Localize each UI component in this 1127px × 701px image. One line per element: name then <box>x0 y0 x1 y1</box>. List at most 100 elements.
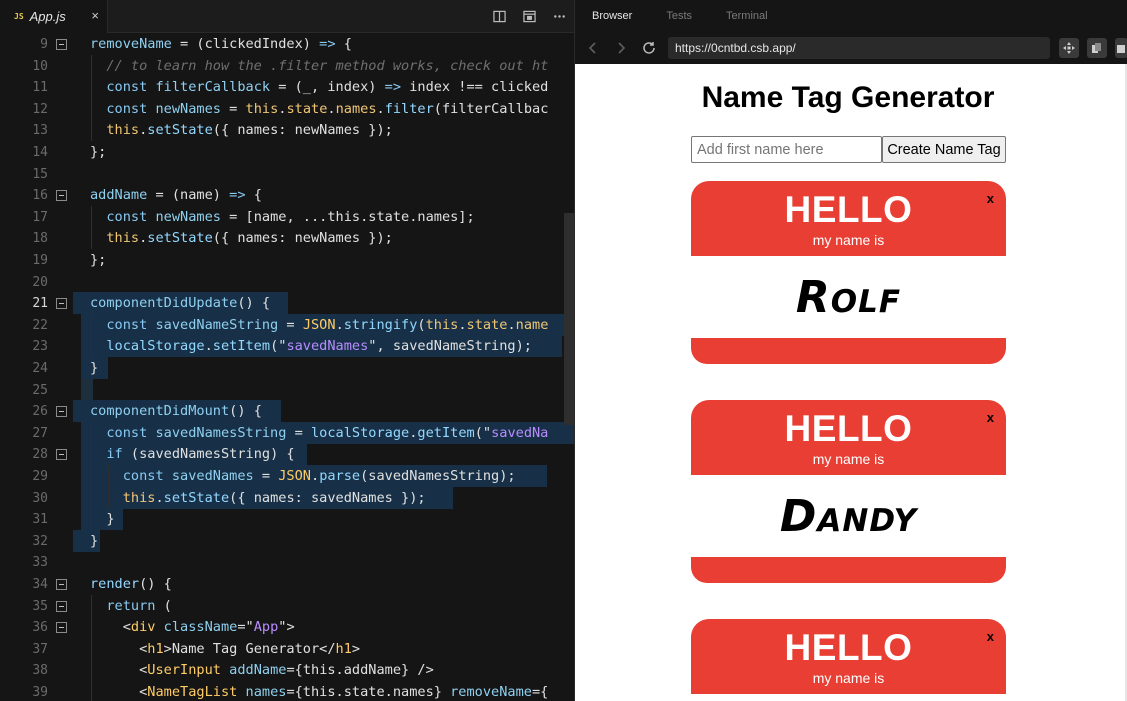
code-token: = (_, index) <box>270 79 385 96</box>
hello-heading: HELLO <box>784 627 913 668</box>
code-token: = <box>253 468 279 484</box>
file-tab-app-js[interactable]: JS App.js × <box>0 0 108 33</box>
code-line[interactable]: 24} <box>0 358 574 380</box>
code-line[interactable]: 26 componentDidMount() { <box>0 401 574 423</box>
code-area[interactable]: 9 removeName = (clickedIndex) => {10 // t… <box>0 33 574 701</box>
code-token: savedNameString <box>155 316 279 333</box>
code-line[interactable]: 17 const newNames = [name, ...this.state… <box>0 207 574 229</box>
open-new-window-icon[interactable] <box>1115 38 1127 58</box>
browser-tabs: Browser Tests Terminal <box>575 0 1127 33</box>
code-token: (" <box>474 424 492 441</box>
code-token: name <box>515 316 549 333</box>
line-number: 23 <box>32 339 48 355</box>
code-text: // to learn how the .filter method works… <box>90 56 548 78</box>
code-token: }; <box>90 252 107 268</box>
code-token: stringify <box>343 316 418 333</box>
code-token: App <box>253 619 279 636</box>
code-token: this <box>245 100 279 117</box>
copy-icon[interactable] <box>1087 38 1107 58</box>
code-line[interactable]: 38 <UserInput addName={this.addName} /> <box>0 660 574 682</box>
preview-panel-icon[interactable] <box>514 0 544 33</box>
fold-toggle-icon[interactable] <box>56 406 67 418</box>
remove-tag-button[interactable]: x <box>987 629 994 644</box>
fold-toggle-icon[interactable] <box>56 600 67 612</box>
code-line[interactable]: 22 const savedNameString = JSON.stringif… <box>0 315 574 337</box>
tab-tests[interactable]: Tests <box>649 0 709 33</box>
tab-browser[interactable]: Browser <box>575 0 649 33</box>
code-line[interactable]: 28 if (savedNamesString) { <box>0 444 574 466</box>
code-editor[interactable]: JS App.js × 9 removeName = (clickedIndex… <box>0 0 574 701</box>
split-view-icon[interactable] <box>484 0 514 33</box>
name-tag-header: HELLO my name is x <box>691 400 1006 475</box>
scrollbar-thumb[interactable] <box>564 213 574 425</box>
fold-toggle-icon[interactable] <box>56 190 67 202</box>
first-name-input[interactable] <box>691 136 882 163</box>
code-token: ={ <box>531 684 549 700</box>
code-line[interactable]: 20 <box>0 272 574 294</box>
code-text: componentDidUpdate() { <box>90 293 270 315</box>
line-number: 33 <box>32 555 48 571</box>
editor-tab-bar: JS App.js × <box>0 0 574 33</box>
forward-arrow-icon[interactable] <box>613 40 629 56</box>
line-number: 19 <box>32 253 48 268</box>
code-line[interactable]: 37 <h1>Name Tag Generator</h1> <box>0 639 574 661</box>
code-line[interactable]: 19}; <box>0 250 574 272</box>
remove-tag-button[interactable]: x <box>987 410 994 425</box>
code-token: } <box>90 360 99 376</box>
code-token: removeName <box>450 684 532 700</box>
code-line[interactable]: 9 removeName = (clickedIndex) => { <box>0 34 574 56</box>
code-line[interactable]: 10 // to learn how the .filter method wo… <box>0 56 574 78</box>
code-line[interactable]: 35 return ( <box>0 596 574 618</box>
code-line[interactable]: 33 <box>0 552 574 574</box>
code-line[interactable]: 13 this.setState({ names: newNames }); <box>0 120 574 142</box>
code-text: <NameTagList names={this.state.names} re… <box>90 682 548 701</box>
code-token: this <box>90 489 156 506</box>
code-line[interactable]: 18 this.setState({ names: newNames }); <box>0 228 574 250</box>
code-token: < <box>90 662 148 679</box>
code-line[interactable]: 25 <box>0 380 574 402</box>
line-number: 36 <box>32 620 48 636</box>
code-line[interactable]: 34 render() { <box>0 574 574 596</box>
remove-tag-button[interactable]: x <box>987 191 994 206</box>
code-token: names <box>335 100 377 117</box>
code-line[interactable]: 23 localStorage.setItem("savedNames", sa… <box>0 336 574 358</box>
code-line[interactable]: 11 const filterCallback = (_, index) => … <box>0 77 574 99</box>
code-token: () { <box>229 403 262 420</box>
code-token: . <box>327 100 336 117</box>
code-line[interactable]: 14}; <box>0 142 574 164</box>
code-line[interactable]: 16 addName = (name) => { <box>0 185 574 207</box>
line-number: 22 <box>32 317 48 333</box>
code-line[interactable]: 39 <NameTagList names={this.state.names}… <box>0 682 574 701</box>
move-icon[interactable] <box>1059 38 1079 58</box>
code-token: this <box>90 230 140 247</box>
name-tag-body: Rolf <box>691 256 1006 338</box>
code-token: => <box>229 187 246 204</box>
tab-terminal[interactable]: Terminal <box>709 0 785 33</box>
more-options-icon[interactable] <box>544 0 574 33</box>
create-name-tag-button[interactable]: Create Name Tag <box>882 136 1006 163</box>
code-line[interactable]: 31 } <box>0 509 574 531</box>
close-icon[interactable]: × <box>91 8 99 23</box>
fold-toggle-icon[interactable] <box>56 449 67 461</box>
fold-toggle-icon[interactable] <box>56 39 67 50</box>
editor-scrollbar[interactable] <box>564 33 574 701</box>
fold-toggle-icon[interactable] <box>56 579 67 590</box>
code-line[interactable]: 32} <box>0 531 574 553</box>
refresh-icon[interactable] <box>641 40 657 56</box>
fold-toggle-icon[interactable] <box>56 622 67 634</box>
code-token: const <box>90 100 156 117</box>
code-line[interactable]: 36 <div className="App"> <box>0 617 574 639</box>
code-line[interactable]: 30 this.setState({ names: savedNames }); <box>0 488 574 510</box>
back-arrow-icon[interactable] <box>585 40 601 56</box>
code-line[interactable]: 12 const newNames = this.state.names.fil… <box>0 99 574 121</box>
code-line[interactable]: 21 componentDidUpdate() { <box>0 293 574 315</box>
address-input[interactable]: https://0cntbd.csb.app/ <box>668 37 1050 59</box>
code-line[interactable]: 29 const savedNames = JSON.parse(savedNa… <box>0 466 574 488</box>
fold-toggle-icon[interactable] <box>56 298 67 310</box>
code-token: this <box>425 316 459 333</box>
line-number: 13 <box>32 123 48 139</box>
code-token: () { <box>237 295 271 312</box>
code-line[interactable]: 27 const savedNamesString = localStorage… <box>0 423 574 445</box>
code-line[interactable]: 15 <box>0 164 574 186</box>
code-token: . <box>204 338 213 355</box>
